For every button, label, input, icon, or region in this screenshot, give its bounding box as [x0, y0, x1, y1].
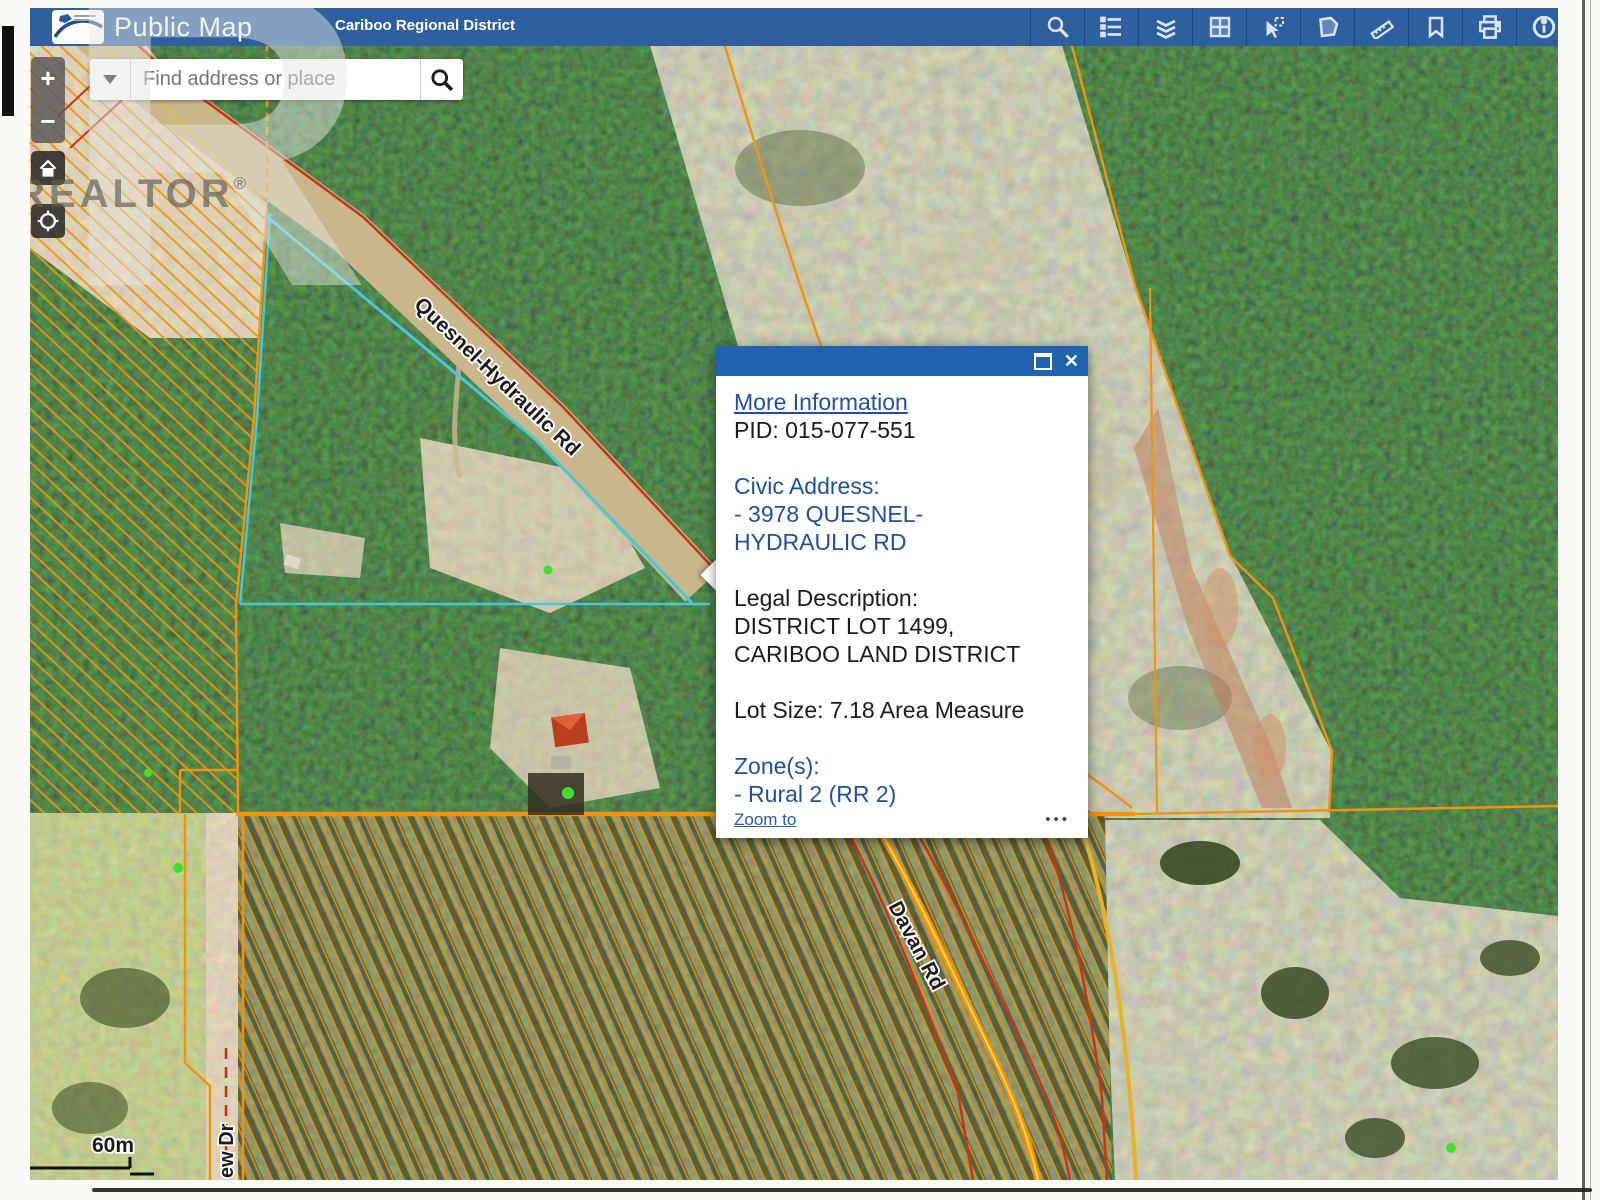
popup-body: More Information PID: 015-077-551 Civic …: [716, 376, 1088, 838]
draw-shape-icon: [1316, 15, 1340, 39]
search-source-dropdown[interactable]: [90, 59, 131, 100]
search-input[interactable]: [131, 59, 420, 100]
popup-titlebar: ✕: [716, 346, 1088, 376]
tree-clump: [1391, 1037, 1479, 1089]
toolbar: [1030, 8, 1558, 46]
toolbar-legend-button[interactable]: [1084, 8, 1138, 46]
close-icon[interactable]: ✕: [1064, 352, 1079, 370]
scan-edge-line-2: [1590, 0, 1591, 1200]
measure-icon: [1370, 15, 1394, 39]
toolbar-print-button[interactable]: [1462, 8, 1516, 46]
zones-label: Zone(s):: [734, 752, 1070, 780]
building-red-roof: [551, 713, 589, 747]
legend-list-icon: [1100, 15, 1124, 39]
bookmark-icon: [1424, 15, 1448, 39]
legal-description-line2: CARIBOO LAND DISTRICT: [734, 640, 1070, 668]
zoom-control: + −: [31, 57, 65, 143]
building-dark: [528, 773, 584, 815]
zone-value: - Rural 2 (RR 2): [734, 780, 1070, 808]
toolbar-info-button[interactable]: [1516, 8, 1558, 46]
home-extent-button[interactable]: [31, 151, 65, 185]
chevron-down-icon: [103, 75, 117, 84]
search-icon: [1046, 15, 1070, 39]
scan-bottom-line: [92, 1188, 1592, 1192]
home-icon: [38, 158, 58, 178]
map-viewport[interactable]: Quesnel-Hydraulic Rd Davan Rd ew Dr 60m: [30, 8, 1558, 1180]
locate-me-button[interactable]: [31, 204, 65, 238]
app-title: Public Map: [114, 8, 253, 46]
toolbar-basemap-button[interactable]: [1192, 8, 1246, 46]
maximize-icon[interactable]: [1034, 353, 1052, 370]
zoom-to-link[interactable]: Zoom to: [734, 810, 796, 830]
tree-clump: [1160, 841, 1240, 885]
legal-description-label: Legal Description:: [734, 584, 1070, 612]
tree-clump: [1261, 967, 1329, 1019]
scalebar-label: 60m: [92, 1134, 134, 1157]
toolbar-select-button[interactable]: [1246, 8, 1300, 46]
rust-patch: [1202, 568, 1238, 648]
scanned-page: Quesnel-Hydraulic Rd Davan Rd ew Dr 60m: [0, 0, 1600, 1200]
map-point-marker[interactable]: [173, 863, 183, 873]
civic-address-line1: - 3978 QUESNEL-: [734, 500, 1070, 528]
toolbar-layers-button[interactable]: [1138, 8, 1192, 46]
locate-icon: [37, 210, 59, 232]
map-point-marker[interactable]: [544, 566, 553, 575]
pid-value: PID: 015-077-551: [734, 416, 1070, 444]
feature-info-popup: ✕ More Information PID: 015-077-551 Civi…: [716, 346, 1088, 838]
map-point-marker[interactable]: [144, 769, 152, 777]
search-bar: [90, 59, 463, 100]
more-options-button[interactable]: •••: [1045, 810, 1070, 830]
app-subtitle: Cariboo Regional District: [335, 8, 515, 44]
toolbar-measure-button[interactable]: [1354, 8, 1408, 46]
app-header: Public Map Cariboo Regional District: [30, 8, 1558, 46]
search-submit-button[interactable]: [420, 59, 463, 100]
tree-clump: [1480, 940, 1540, 976]
toolbar-search-button[interactable]: [1030, 8, 1084, 46]
legal-description-line1: DISTRICT LOT 1499,: [734, 612, 1070, 640]
basemap-grid-icon: [1208, 15, 1232, 39]
toolbar-bookmark-button[interactable]: [1408, 8, 1462, 46]
zoom-out-button[interactable]: −: [31, 100, 65, 143]
scan-edge-line: [1582, 0, 1585, 1200]
info-icon: [1531, 14, 1557, 40]
civic-address-label: Civic Address:: [734, 472, 1070, 500]
road-label-ewdr: ew Dr: [216, 1123, 238, 1178]
zoning-hatch-south: [238, 813, 1112, 1180]
select-cursor-icon: [1262, 15, 1286, 39]
building: [551, 756, 571, 769]
tree-clump: [1345, 1118, 1405, 1158]
rust-patch: [1254, 714, 1286, 782]
civic-address-line2: HYDRAULIC RD: [734, 528, 1070, 556]
toolbar-draw-button[interactable]: [1300, 8, 1354, 46]
print-icon: [1477, 14, 1503, 40]
layers-icon: [1154, 15, 1178, 39]
zoom-in-button[interactable]: +: [31, 57, 65, 100]
tree-clump: [80, 968, 170, 1028]
map-point-marker[interactable]: [1446, 1143, 1456, 1153]
search-icon: [430, 68, 454, 92]
more-information-link[interactable]: More Information: [734, 388, 1070, 416]
map-point-marker[interactable]: [562, 787, 574, 799]
tree-clump: [52, 1082, 128, 1134]
scan-artifact: [2, 26, 14, 116]
crd-logo: [52, 10, 104, 44]
light-patch: [905, 230, 1015, 286]
lot-size-value: Lot Size: 7.18 Area Measure: [734, 696, 1070, 724]
